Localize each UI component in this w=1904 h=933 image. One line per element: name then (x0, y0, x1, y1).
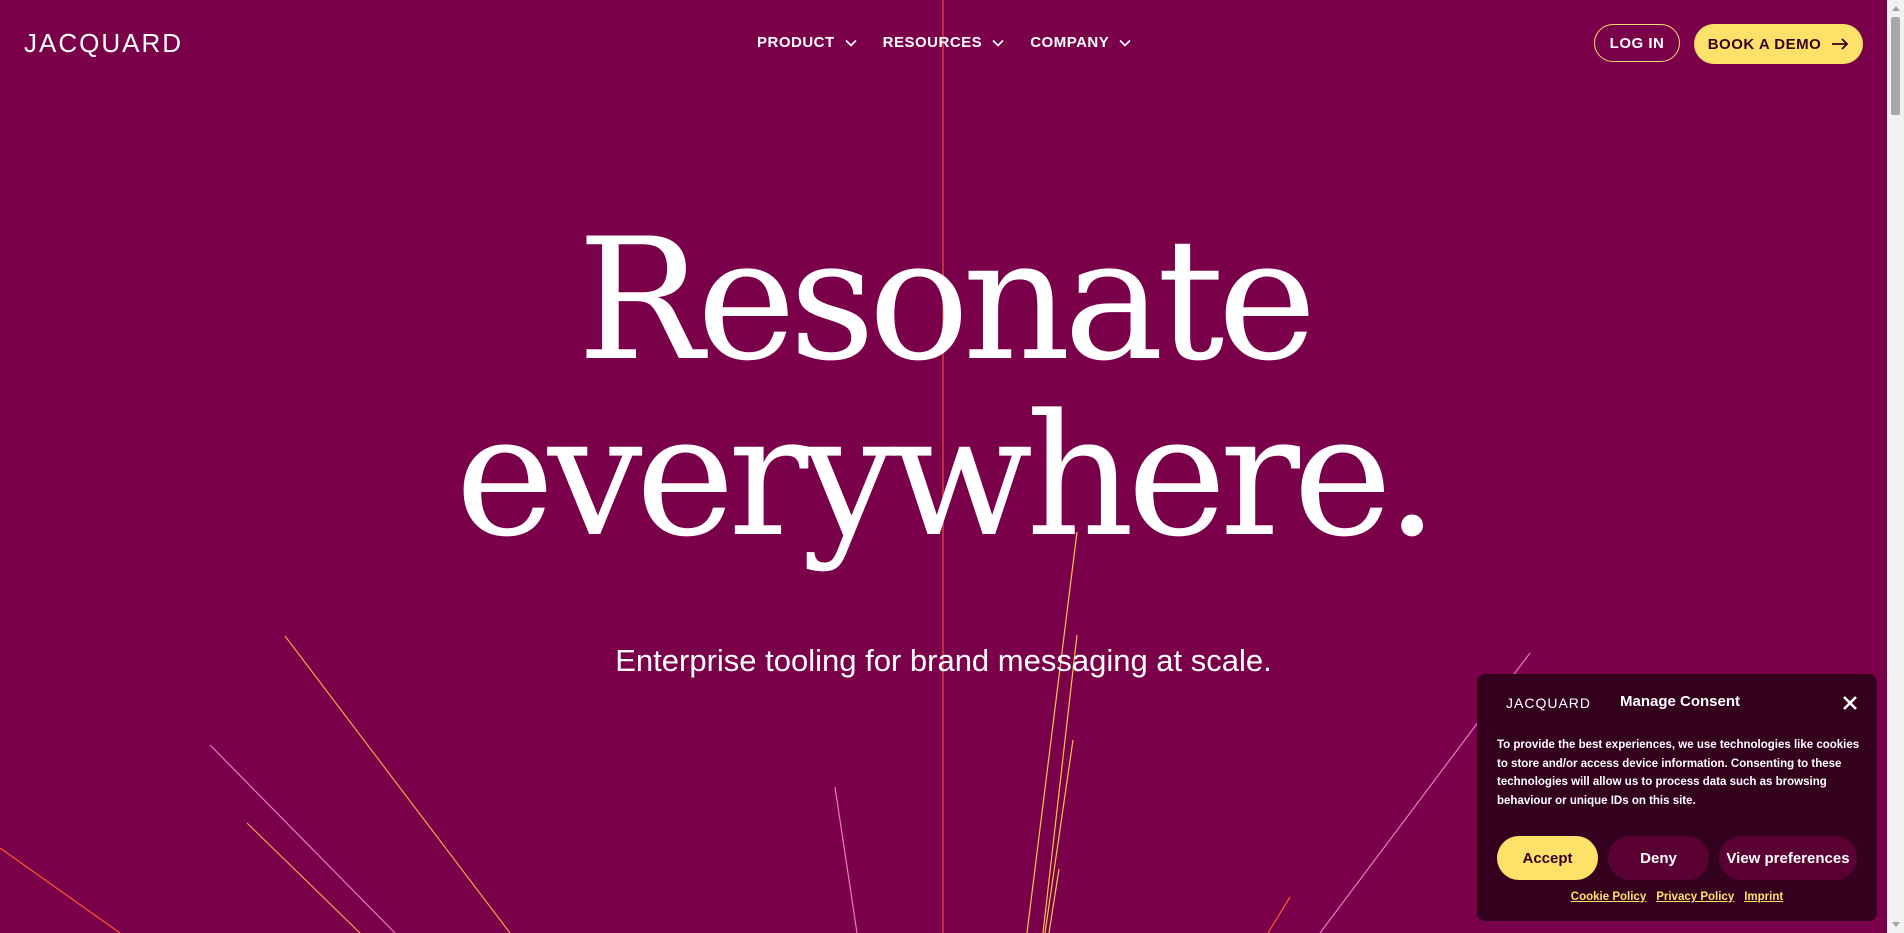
consent-logo: JACQUARD (1506, 695, 1592, 711)
arrow-right-icon (1832, 38, 1849, 50)
book-demo-label: BOOK A DEMO (1707, 35, 1822, 53)
accept-button[interactable]: Accept (1497, 836, 1598, 880)
book-demo-button[interactable]: BOOK A DEMO (1694, 24, 1863, 64)
hero-title-line1: Resonate (577, 202, 1317, 398)
consent-text: To provide the best experiences, we use … (1497, 739, 1860, 807)
hero-title: Resonate everywhere. (0, 212, 1887, 564)
nav-product-label: PRODUCT (757, 34, 835, 51)
hero-title-line2: everywhere. (455, 378, 1439, 574)
close-button[interactable] (1839, 692, 1861, 714)
chevron-down-icon (845, 39, 857, 47)
scroll-up-icon[interactable] (1887, 0, 1904, 17)
consent-title: Manage Consent (1620, 693, 1741, 710)
chevron-down-icon (1119, 39, 1131, 47)
nav-resources-label: RESOURCES (882, 34, 983, 51)
consent-buttons: Accept Deny View preferences (1497, 836, 1857, 880)
login-button[interactable]: LOG IN (1594, 24, 1680, 62)
consent-dialog: JACQUARD Manage Consent To provide the b… (1477, 674, 1877, 921)
consent-links: Cookie Policy Privacy Policy Imprint (1477, 891, 1877, 903)
view-preferences-button[interactable]: View preferences (1719, 836, 1857, 880)
nav-company[interactable]: COMPANY (1030, 32, 1131, 54)
close-icon (1843, 696, 1857, 710)
page: JACQUARD PRODUCT RESOURCES COMPANY LOG I… (0, 0, 1887, 933)
privacy-policy-link[interactable]: Privacy Policy (1656, 891, 1734, 903)
deny-button[interactable]: Deny (1608, 836, 1709, 880)
scroll-down-icon[interactable] (1887, 916, 1904, 933)
main-nav: PRODUCT RESOURCES COMPANY (757, 32, 1131, 54)
cookie-policy-link[interactable]: Cookie Policy (1571, 891, 1646, 903)
nav-company-label: COMPANY (1030, 34, 1110, 51)
nav-product[interactable]: PRODUCT (757, 32, 857, 54)
logo[interactable]: JACQUARD (24, 28, 183, 58)
imprint-link[interactable]: Imprint (1744, 891, 1783, 903)
nav-resources[interactable]: RESOURCES (883, 32, 1005, 54)
scrollbar[interactable] (1887, 0, 1904, 933)
chevron-down-icon (992, 39, 1004, 47)
scroll-thumb[interactable] (1891, 17, 1900, 115)
